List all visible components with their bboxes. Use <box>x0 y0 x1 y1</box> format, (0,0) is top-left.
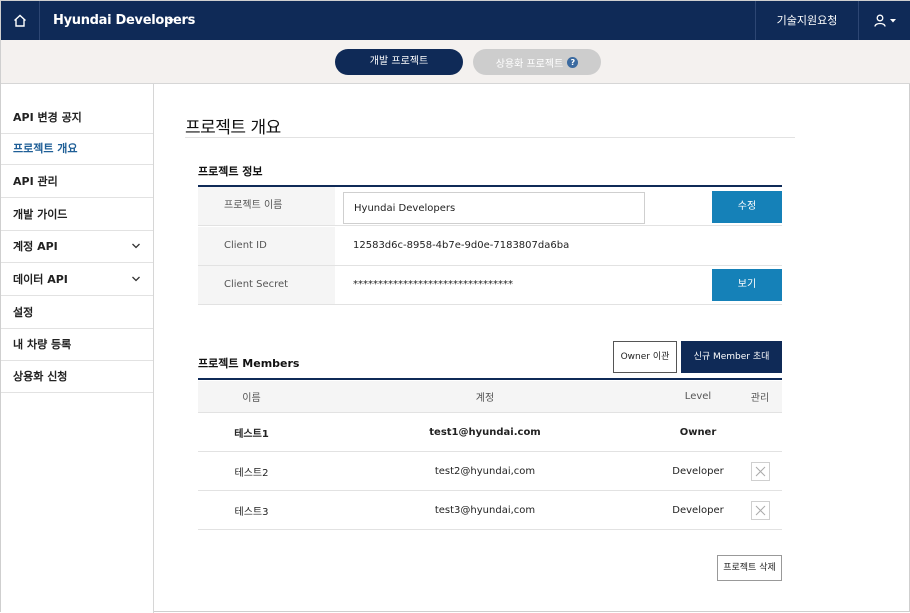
project-tab-band: 개발 프로젝트 상용화 프로젝트 ? <box>1 40 910 84</box>
app-frame: Hyundai Developers 기술지원요청 개발 프로젝트 상용화 프로… <box>0 0 910 613</box>
member-name: 테스트3 <box>234 506 269 518</box>
member-manage-cell <box>744 491 776 529</box>
client-secret-label: Client Secret <box>198 266 335 304</box>
column-header-manage: 관리 <box>750 393 770 404</box>
member-level: Developer <box>672 465 724 477</box>
tab-development-project[interactable]: 개발 프로젝트 <box>335 49 463 75</box>
delete-project-button[interactable]: 프로젝트 삭제 <box>717 555 782 581</box>
sidebar-item-data-api[interactable]: 데이터 API <box>1 263 153 296</box>
edit-button[interactable]: 수정 <box>712 191 782 223</box>
chevron-down-icon <box>132 276 140 282</box>
user-menu-button[interactable] <box>859 1 910 40</box>
member-level: Developer <box>672 504 724 516</box>
remove-member-button[interactable] <box>750 461 770 481</box>
chevron-down-icon <box>889 18 896 22</box>
info-row-client-secret: Client Secret **************************… <box>198 266 782 305</box>
section-title-members: 프로젝트 Members <box>198 357 300 370</box>
view-secret-button[interactable]: 보기 <box>712 269 782 301</box>
client-id-label: Client ID <box>198 227 335 265</box>
sidebar-item-label: 설정 <box>13 306 34 319</box>
sidebar-item-label: API 변경 공지 <box>13 111 82 124</box>
page-title: 프로젝트 개요 <box>185 118 281 138</box>
sidebar-item-commercial-apply[interactable]: 상용화 신청 <box>1 360 153 393</box>
divider <box>185 137 795 138</box>
close-icon <box>755 505 765 515</box>
sidebar-item-project-overview[interactable]: 프로젝트 개요 <box>1 132 153 165</box>
member-manage-cell <box>744 452 776 490</box>
sidebar-item-label: 상용화 신청 <box>13 370 68 383</box>
sidebar-item-label: 데이터 API <box>13 273 68 286</box>
column-header-level: Level <box>684 391 712 402</box>
sidebar-item-settings[interactable]: 설정 <box>1 296 153 329</box>
sidebar-item-label: API 관리 <box>13 175 58 188</box>
client-secret-value: ******************************** <box>353 279 513 290</box>
project-name-input[interactable] <box>343 192 645 224</box>
sidebar-item-api-notice[interactable]: API 변경 공지 <box>1 101 153 134</box>
remove-member-button[interactable] <box>750 500 770 520</box>
user-icon <box>873 14 886 27</box>
close-icon <box>755 466 765 476</box>
member-account: test1@hyundai.com <box>429 426 541 438</box>
info-row-project-name: 프로젝트 이름 수정 <box>198 187 782 226</box>
client-id-value: 12583d6c-8958-4b7e-9d0e-7183807da6ba <box>353 240 570 251</box>
column-header-name: 이름 <box>242 393 261 404</box>
invite-member-button[interactable]: 신규 Member 초대 <box>681 341 782 373</box>
sidebar-item-my-vehicle[interactable]: 내 차량 등록 <box>1 328 153 361</box>
divider <box>198 378 782 380</box>
member-name: 테스트1 <box>234 428 269 440</box>
member-level: Owner <box>679 426 717 438</box>
sidebar-item-label: 계정 API <box>13 240 58 253</box>
sidebar-item-label: 프로젝트 개요 <box>13 142 78 155</box>
table-row: 테스트2 test2@hyundai,com Developer <box>198 452 782 491</box>
chevron-down-icon <box>132 243 140 249</box>
member-account: test3@hyundai,com <box>434 504 536 516</box>
chevron-down-icon[interactable] <box>165 17 177 25</box>
owner-transfer-button[interactable]: Owner 이관 <box>613 341 677 373</box>
top-navigation-bar: Hyundai Developers 기술지원요청 <box>1 1 910 40</box>
home-icon <box>14 14 26 27</box>
sidebar-item-label: 개발 가이드 <box>13 208 68 221</box>
section-title-project-info: 프로젝트 정보 <box>198 165 263 178</box>
sidebar-item-dev-guide[interactable]: 개발 가이드 <box>1 198 153 231</box>
sidebar-item-account-api[interactable]: 계정 API <box>1 230 153 263</box>
support-request-link[interactable]: 기술지원요청 <box>755 1 859 40</box>
home-button[interactable] <box>1 1 40 40</box>
tab-commercial-project[interactable]: 상용화 프로젝트 ? <box>473 49 601 75</box>
member-account: test2@hyundai,com <box>434 465 536 477</box>
help-icon[interactable]: ? <box>567 56 579 68</box>
project-name-label: 프로젝트 이름 <box>198 187 335 225</box>
members-table-header: 이름 계정 Level 관리 <box>198 381 782 413</box>
table-row: 테스트1 test1@hyundai.com Owner <box>198 413 782 452</box>
sidebar-item-label: 내 차량 등록 <box>13 338 72 351</box>
sidebar-item-api-management[interactable]: API 관리 <box>1 165 153 198</box>
tab-commercial-label: 상용화 프로젝트 <box>495 58 564 70</box>
member-name: 테스트2 <box>234 467 269 479</box>
sidebar: API 변경 공지 프로젝트 개요 API 관리 개발 가이드 계정 API 데… <box>1 84 154 613</box>
column-header-account: 계정 <box>475 393 495 404</box>
info-row-client-id: Client ID 12583d6c-8958-4b7e-9d0e-718380… <box>198 227 782 266</box>
table-row: 테스트3 test3@hyundai,com Developer <box>198 491 782 530</box>
